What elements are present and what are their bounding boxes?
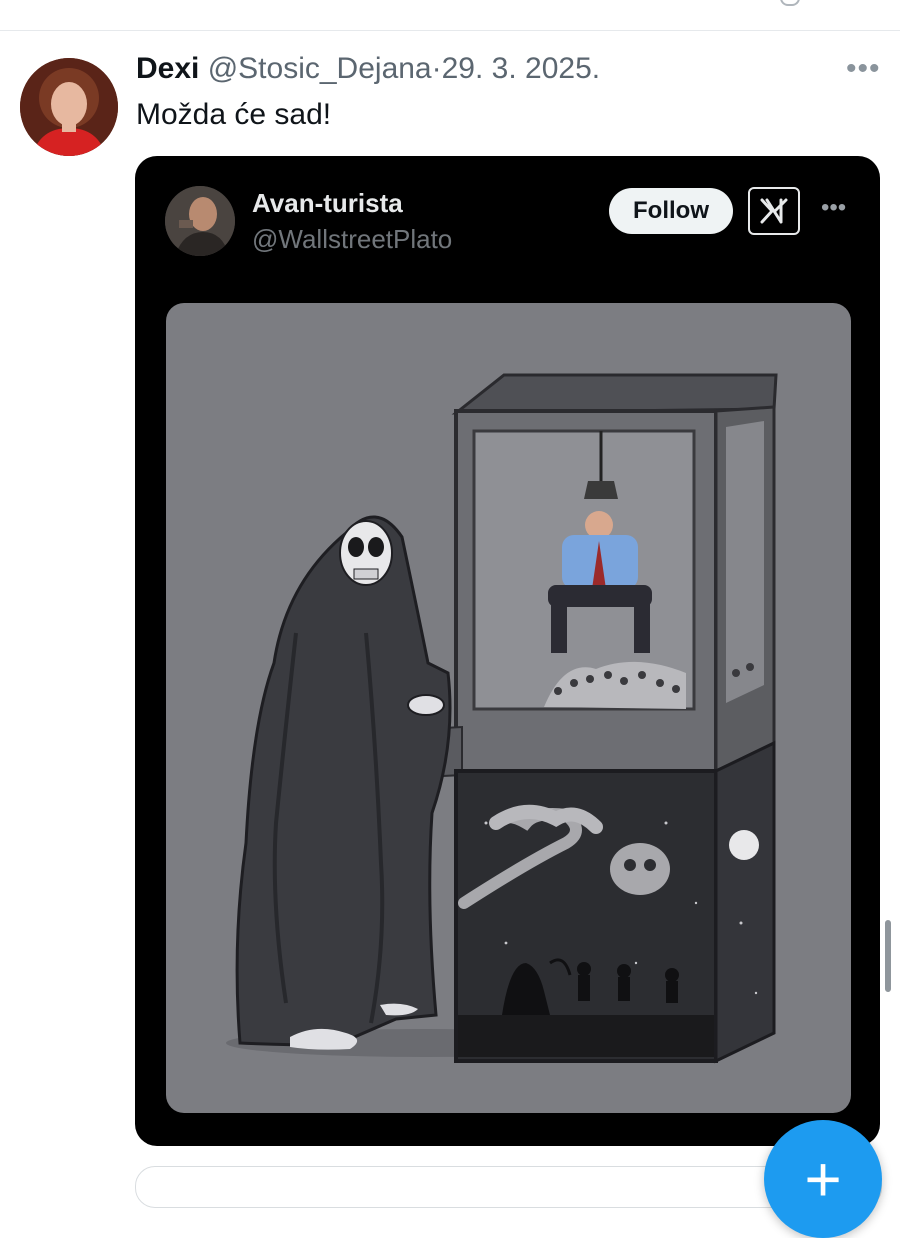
user-handle[interactable]: @Stosic_Dejana <box>208 52 432 85</box>
grim-reaper-illustration[interactable] <box>166 303 851 1113</box>
follow-button[interactable]: Follow <box>609 188 733 234</box>
embed-user-handle[interactable]: @WallstreetPlato <box>252 224 452 255</box>
avatar[interactable] <box>20 58 118 156</box>
separator: · <box>431 52 442 85</box>
embed-more-icon[interactable]: ••• <box>821 194 846 222</box>
embed-display-name[interactable]: Avan-turista <box>252 188 403 219</box>
embed-avatar[interactable] <box>165 186 235 256</box>
tweet-date[interactable]: 29. 3. 2025. <box>442 52 600 85</box>
top-action-icon[interactable] <box>780 0 800 6</box>
top-divider <box>0 30 900 31</box>
display-name[interactable]: Dexi <box>136 52 199 85</box>
tweet-text: Možda će sad! <box>136 98 332 131</box>
scrollbar[interactable] <box>885 920 891 992</box>
tweet-header: Dexi @Stosic_Dejana·29. 3. 2025. <box>136 52 600 86</box>
embedded-post[interactable]: Avan-turista @WallstreetPlato Follow ••• <box>135 156 880 1146</box>
compose-plus-icon[interactable]: + <box>764 1120 882 1238</box>
x-logo-icon[interactable] <box>748 187 800 235</box>
more-icon[interactable]: ••• <box>846 52 881 86</box>
